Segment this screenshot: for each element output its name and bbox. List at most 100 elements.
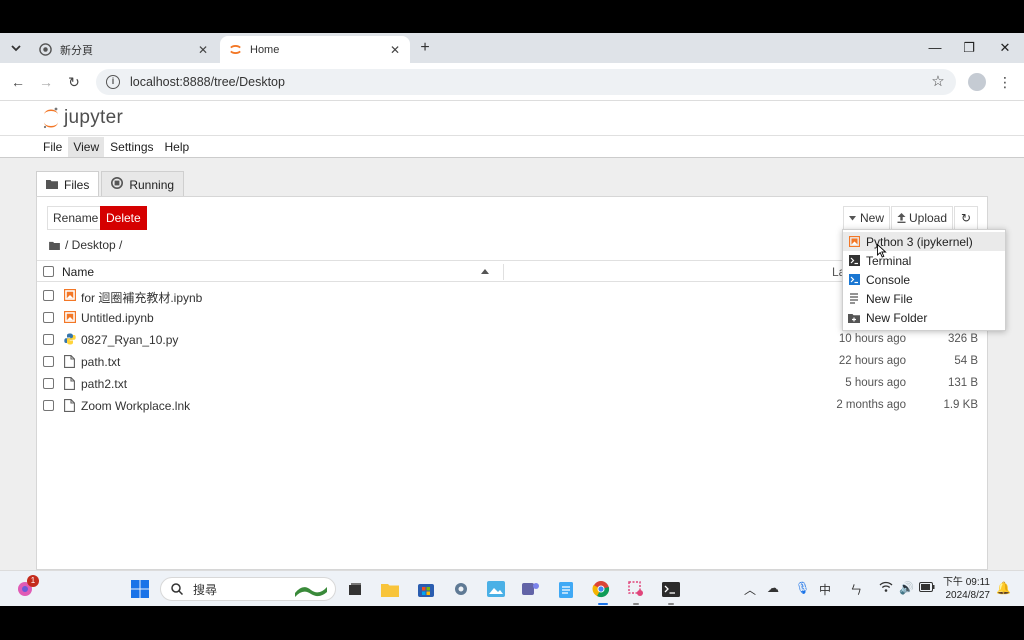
delete-button[interactable]: Delete <box>100 206 147 230</box>
menu-file[interactable]: File <box>38 137 67 157</box>
file-row-checkbox[interactable] <box>43 378 54 389</box>
taskbar-clock[interactable]: 下午 09:11 2024/8/27 <box>940 576 990 602</box>
photos-icon[interactable] <box>485 578 507 600</box>
caret-down-icon <box>849 215 856 220</box>
file-row[interactable]: path2.txt 5 hours ago 131 B <box>37 373 987 395</box>
mouse-cursor-icon <box>877 244 887 258</box>
screen-top-letterbox <box>0 0 1024 33</box>
file-row-checkbox[interactable] <box>43 356 54 367</box>
bookmark-star-icon[interactable]: ☆ <box>928 72 948 92</box>
start-windows-icon[interactable] <box>129 578 151 600</box>
tab-title: Home <box>250 43 280 56</box>
jupyter-logo-text: jupyter <box>64 107 124 128</box>
new-menu-item-terminal[interactable]: Terminal <box>843 251 1005 270</box>
running-app-indicator <box>633 603 639 605</box>
notebook-icon <box>63 310 77 325</box>
new-menu-item-label: Terminal <box>866 253 912 268</box>
task-view-icon[interactable] <box>344 578 366 600</box>
forward-arrow-icon[interactable]: → <box>36 72 56 92</box>
file-name[interactable]: for 迴圈補充教材.ipynb <box>81 289 202 306</box>
close-tab-icon[interactable]: ✕ <box>196 43 210 57</box>
profile-avatar-icon[interactable] <box>968 73 986 91</box>
browser-tab-new-tab[interactable]: 新分頁 ✕ <box>30 36 218 63</box>
ime-language-indicator[interactable]: 中 <box>819 581 831 598</box>
menu-help[interactable]: Help <box>160 137 195 157</box>
chrome-taskbar-icon[interactable] <box>590 578 612 600</box>
folder-icon[interactable] <box>49 241 60 250</box>
file-row[interactable]: Zoom Workplace.lnk 2 months ago 1.9 KB <box>37 395 987 417</box>
file-row[interactable]: path.txt 22 hours ago 54 B <box>37 351 987 373</box>
file-last-modified: 2 months ago <box>836 399 906 411</box>
onedrive-cloud-icon[interactable]: ☁ <box>767 581 779 595</box>
file-row[interactable]: 0827_Ryan_10.py 10 hours ago 326 B <box>37 329 987 351</box>
upload-button[interactable]: Upload <box>891 206 954 230</box>
jupyter-menu-bar: File View Settings Help <box>0 136 1024 158</box>
file-size: 1.9 KB <box>943 399 978 411</box>
back-arrow-icon[interactable]: ← <box>8 72 28 92</box>
settings-gear-icon[interactable] <box>450 578 472 600</box>
notification-bell-icon[interactable]: 🔔 <box>996 581 1011 595</box>
file-name[interactable]: path2.txt <box>81 377 127 391</box>
reload-icon[interactable]: ↻ <box>64 72 84 92</box>
wifi-icon[interactable] <box>879 581 893 595</box>
rename-button[interactable]: Rename <box>47 206 105 230</box>
file-row-checkbox[interactable] <box>43 334 54 345</box>
new-menu-item-label: New File <box>866 291 913 306</box>
menu-settings[interactable]: Settings <box>105 137 158 157</box>
taskbar-search-input[interactable]: 搜尋 <box>160 577 336 601</box>
notification-badge: 1 <box>27 575 39 587</box>
tab-search-button[interactable] <box>6 38 26 58</box>
file-size: 54 B <box>954 355 978 367</box>
tab-running[interactable]: Running <box>101 171 185 197</box>
terminal-taskbar-icon[interactable] <box>660 578 682 600</box>
browser-menu-icon[interactable]: ⋮ <box>998 72 1012 92</box>
column-name-header[interactable]: Name <box>62 265 94 279</box>
new-menu-item-new-folder[interactable]: New Folder <box>843 308 1005 327</box>
file-row-checkbox[interactable] <box>43 400 54 411</box>
search-placeholder: 搜尋 <box>193 582 218 597</box>
new-tab-plus-icon[interactable]: + <box>416 39 434 57</box>
file-explorer-icon[interactable] <box>379 578 401 600</box>
notepad-icon[interactable] <box>555 578 577 600</box>
file-name[interactable]: Zoom Workplace.lnk <box>81 399 190 413</box>
file-name[interactable]: path.txt <box>81 355 120 369</box>
new-menu-item-new-file[interactable]: New File <box>843 289 1005 308</box>
teams-icon[interactable] <box>520 578 542 600</box>
jupyter-logo[interactable]: jupyter <box>42 107 123 129</box>
browser-toolbar: ← → ↻ i localhost:8888/tree/Desktop ☆ ⋮ <box>0 63 1024 101</box>
ime-mode-icon[interactable]: ㄣ <box>850 581 862 598</box>
text-file-icon <box>64 355 77 369</box>
snipping-tool-icon[interactable] <box>625 578 647 600</box>
microsoft-store-icon[interactable] <box>415 578 437 600</box>
terminal-icon <box>848 255 860 267</box>
address-bar[interactable]: i localhost:8888/tree/Desktop <box>96 69 956 95</box>
file-row-checkbox[interactable] <box>43 312 54 323</box>
close-tab-icon[interactable]: ✕ <box>388 43 402 57</box>
stop-circle-icon <box>111 177 124 192</box>
refresh-button[interactable]: ↻ <box>954 206 978 230</box>
battery-icon[interactable] <box>919 581 935 595</box>
jupyter-favicon-icon <box>228 43 242 57</box>
windows-taskbar: 1 搜尋 ︿ ☁ 🎙 中 ㄣ 🔊 下午 09:11 2024/8/27 🔔 <box>0 570 1024 606</box>
minimize-window-icon[interactable]: — <box>920 38 950 58</box>
sort-ascending-icon <box>481 269 489 274</box>
file-name[interactable]: Untitled.ipynb <box>81 311 154 325</box>
site-info-icon[interactable]: i <box>106 75 120 89</box>
file-name[interactable]: 0827_Ryan_10.py <box>81 333 178 347</box>
column-divider[interactable] <box>503 264 504 280</box>
breadcrumb-path[interactable]: / Desktop / <box>65 238 122 252</box>
file-row-checkbox[interactable] <box>43 290 54 301</box>
new-menu-item-console[interactable]: Console <box>843 270 1005 289</box>
new-button[interactable]: New <box>843 206 891 230</box>
show-hidden-icons-chevron-icon[interactable]: ︿ <box>744 581 756 598</box>
microphone-icon[interactable]: 🎙 <box>795 581 810 595</box>
new-menu-item-python3[interactable]: Python 3 (ipykernel) <box>843 232 1005 251</box>
restore-window-icon[interactable]: ❐ <box>954 38 984 58</box>
browser-tab-home[interactable]: Home ✕ <box>220 36 410 63</box>
menu-view[interactable]: View <box>68 136 105 157</box>
volume-speaker-icon[interactable]: 🔊 <box>899 581 914 595</box>
search-icon <box>171 583 183 595</box>
tab-files[interactable]: Files <box>36 171 100 197</box>
close-window-icon[interactable]: ✕ <box>990 38 1020 58</box>
select-all-checkbox[interactable] <box>43 266 54 277</box>
